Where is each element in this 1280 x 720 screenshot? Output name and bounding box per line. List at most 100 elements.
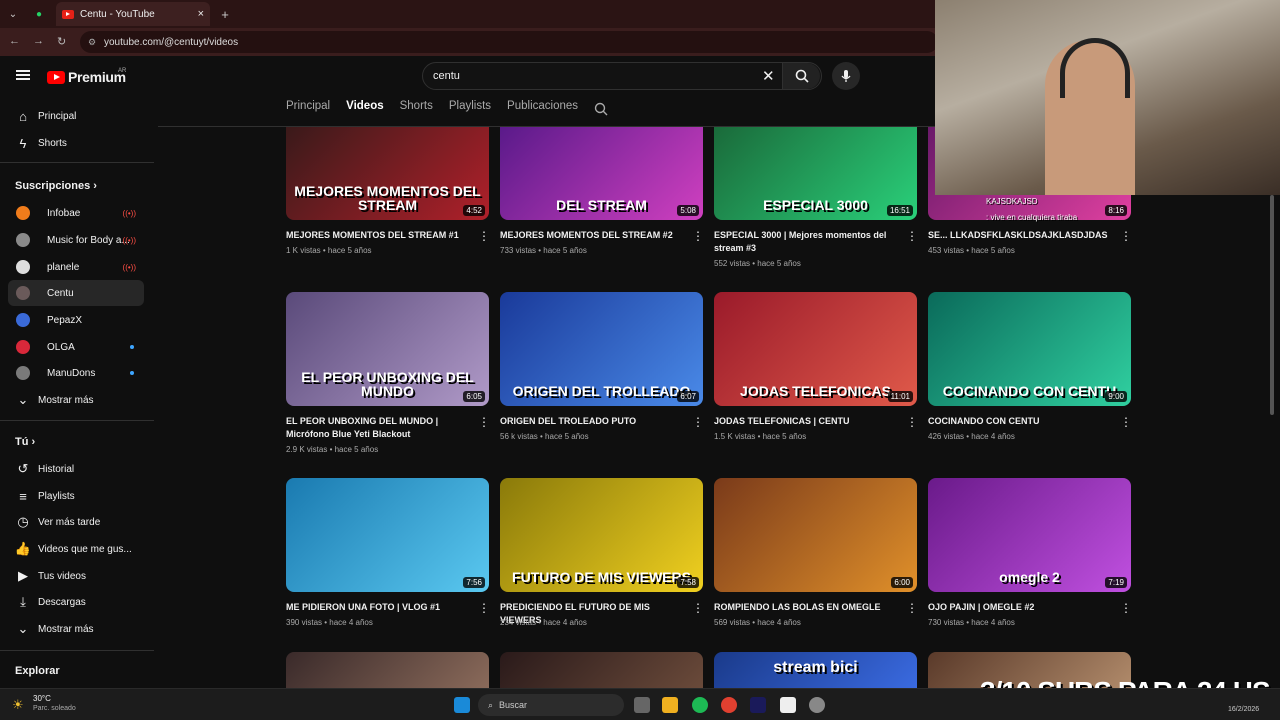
- tab-shorts[interactable]: Shorts: [400, 100, 433, 124]
- video-thumbnail[interactable]: stream bici: [714, 652, 917, 688]
- tab-playlists[interactable]: Playlists: [449, 100, 491, 124]
- more-actions-icon[interactable]: ⋮: [478, 230, 490, 242]
- channel-search-icon[interactable]: [594, 102, 608, 116]
- video-title[interactable]: COCINANDO CON CENTU: [928, 415, 1112, 428]
- premiere-icon[interactable]: [750, 697, 766, 713]
- video-thumbnail[interactable]: 7:56: [286, 478, 489, 592]
- video-title[interactable]: ME PIDIERON UNA FOTO | VLOG #1: [286, 601, 470, 614]
- back-icon[interactable]: ←: [9, 35, 20, 47]
- video-thumbnail[interactable]: [286, 652, 489, 688]
- tab-publicaciones[interactable]: Publicaciones: [507, 100, 578, 124]
- video-thumbnail[interactable]: ORIGEN DEL TROLLEADO 6:07: [500, 292, 703, 406]
- whatsapp-icon[interactable]: ●: [30, 5, 48, 23]
- video-title[interactable]: JODAS TELEFONICAS | CENTU: [714, 415, 898, 428]
- clear-search-icon[interactable]: ✕: [762, 67, 775, 85]
- task-view-icon[interactable]: [634, 697, 650, 713]
- sidebar-item-label: planele: [47, 261, 80, 273]
- video-thumbnail[interactable]: [500, 652, 703, 688]
- video-thumbnail[interactable]: omegle 2 7:19: [928, 478, 1131, 592]
- more-actions-icon[interactable]: ⋮: [692, 230, 704, 242]
- sidebar-item-playlists[interactable]: ≡ Playlists: [8, 483, 144, 509]
- video-thumbnail[interactable]: MEJORES MOMENTOS DEL STREAM 4:52: [286, 127, 489, 220]
- channel-tabs: Principal Videos Shorts Playlists Public…: [286, 100, 608, 124]
- video-thumbnail[interactable]: 6:00: [714, 478, 917, 592]
- more-actions-icon[interactable]: ⋮: [478, 416, 490, 428]
- more-actions-icon[interactable]: ⋮: [692, 602, 704, 614]
- video-duration: 7:19: [1105, 577, 1127, 588]
- sidebar-item-liked[interactable]: 👍 Videos que me gus...: [8, 536, 144, 562]
- sidebar-item-planele[interactable]: planele ((•)): [8, 254, 144, 280]
- video-thumbnail[interactable]: ESPECIAL 3000 16:51: [714, 127, 917, 220]
- thumbnail-caption: omegle 2: [999, 569, 1060, 585]
- voice-search-button[interactable]: [832, 62, 860, 90]
- mic-icon: [841, 70, 851, 82]
- more-actions-icon[interactable]: ⋮: [692, 416, 704, 428]
- file-explorer-icon[interactable]: [662, 697, 678, 713]
- close-tab-icon[interactable]: ×: [198, 8, 204, 20]
- sidebar-item-music[interactable]: Music for Body a... ((•)): [8, 227, 144, 253]
- windows-start-icon[interactable]: [454, 697, 470, 713]
- sidebar-item-downloads[interactable]: ⤓ Descargas: [8, 589, 144, 615]
- sidebar-show-more-you[interactable]: ⌄ Mostrar más: [8, 616, 144, 642]
- sidebar-show-more-subs[interactable]: ⌄ Mostrar más: [8, 387, 144, 413]
- headphones: [1060, 38, 1130, 98]
- video-title[interactable]: EL PEOR UNBOXING DEL MUNDO | Micrófono B…: [286, 415, 470, 441]
- scrollbar[interactable]: [1270, 195, 1274, 415]
- watch-later-icon: ◷: [17, 514, 29, 529]
- more-actions-icon[interactable]: ⋮: [1120, 416, 1132, 428]
- video-title[interactable]: SE... LLKADSFKLASKLDSAJKLASDJDAS: [928, 229, 1112, 242]
- obs-icon[interactable]: [809, 697, 825, 713]
- notion-icon[interactable]: [780, 697, 796, 713]
- more-actions-icon[interactable]: ⋮: [1120, 230, 1132, 242]
- video-thumbnail[interactable]: JODAS TELEFONICAS 11:01: [714, 292, 917, 406]
- video-thumbnail[interactable]: EL PEOR UNBOXING DEL MUNDO 6:05: [286, 292, 489, 406]
- sidebar-item-centu[interactable]: Centu: [8, 280, 144, 306]
- url-field[interactable]: ⚙ youtube.com/@centuyt/videos: [80, 31, 938, 53]
- search-button[interactable]: [782, 63, 820, 89]
- youtube-logo[interactable]: Premium: [47, 69, 126, 85]
- more-actions-icon[interactable]: ⋮: [906, 416, 918, 428]
- sidebar-item-manudons[interactable]: ManuDons: [8, 360, 144, 386]
- thumbnail-caption: DEL STREAM: [556, 197, 647, 213]
- chat-message: : vive en cualquiera tiraba: [986, 213, 1078, 222]
- spotify-icon[interactable]: [692, 697, 708, 713]
- video-title[interactable]: ROMPIENDO LAS BOLAS EN OMEGLE: [714, 601, 898, 614]
- chrome-icon[interactable]: [721, 697, 737, 713]
- weather-temp[interactable]: 30°C: [33, 694, 51, 703]
- sidebar-item-shorts[interactable]: ϟ Shorts: [8, 130, 144, 156]
- more-actions-icon[interactable]: ⋮: [1120, 602, 1132, 614]
- more-actions-icon[interactable]: ⋮: [478, 602, 490, 614]
- video-title[interactable]: MEJORES MOMENTOS DEL STREAM #1: [286, 229, 470, 242]
- tab-list-icon[interactable]: ⌄: [4, 5, 22, 23]
- forward-icon[interactable]: →: [33, 35, 44, 47]
- browser-tab[interactable]: Centu - YouTube ×: [56, 2, 210, 26]
- menu-icon[interactable]: [16, 70, 30, 80]
- sidebar-item-principal[interactable]: ⌂ Principal: [8, 103, 144, 129]
- new-tab-icon[interactable]: +: [216, 5, 234, 23]
- video-thumbnail[interactable]: DEL STREAM 5:08: [500, 127, 703, 220]
- you-heading[interactable]: Tú ›: [15, 436, 35, 448]
- sidebar-item-pepazx[interactable]: PepazX: [8, 307, 144, 333]
- sidebar-item-olga[interactable]: OLGA: [8, 334, 144, 360]
- video-title[interactable]: MEJORES MOMENTOS DEL STREAM #2: [500, 229, 684, 242]
- more-actions-icon[interactable]: ⋮: [906, 230, 918, 242]
- taskbar-search[interactable]: ⌕ Buscar: [478, 694, 624, 716]
- weather-desc: Parc. soleado: [33, 705, 76, 712]
- video-duration: 6:07: [677, 391, 699, 402]
- tab-videos[interactable]: Videos: [346, 100, 384, 124]
- video-title[interactable]: ORIGEN DEL TROLEADO PUTO: [500, 415, 684, 428]
- site-info-icon[interactable]: ⚙: [88, 37, 96, 48]
- tab-principal[interactable]: Principal: [286, 100, 330, 124]
- more-actions-icon[interactable]: ⋮: [906, 602, 918, 614]
- sidebar-item-label: Infobae: [47, 207, 81, 219]
- reload-icon[interactable]: ↻: [57, 35, 66, 48]
- sidebar-item-infobae[interactable]: Infobae ((•)): [8, 200, 144, 226]
- video-title[interactable]: ESPECIAL 3000 | Mejores momentos del str…: [714, 229, 898, 255]
- sidebar-item-your-videos[interactable]: ▶ Tus videos: [8, 563, 144, 589]
- video-thumbnail[interactable]: COCINANDO CON CENTU 9:00: [928, 292, 1131, 406]
- subscriptions-heading[interactable]: Suscripciones ›: [15, 180, 97, 192]
- video-thumbnail[interactable]: FUTURO DE MIS VIEWERS 7:58: [500, 478, 703, 592]
- sidebar-item-watch-later[interactable]: ◷ Ver más tarde: [8, 509, 144, 535]
- video-title[interactable]: OJO PAJIN | OMEGLE #2: [928, 601, 1112, 614]
- sidebar-item-history[interactable]: ↺ Historial: [8, 456, 144, 482]
